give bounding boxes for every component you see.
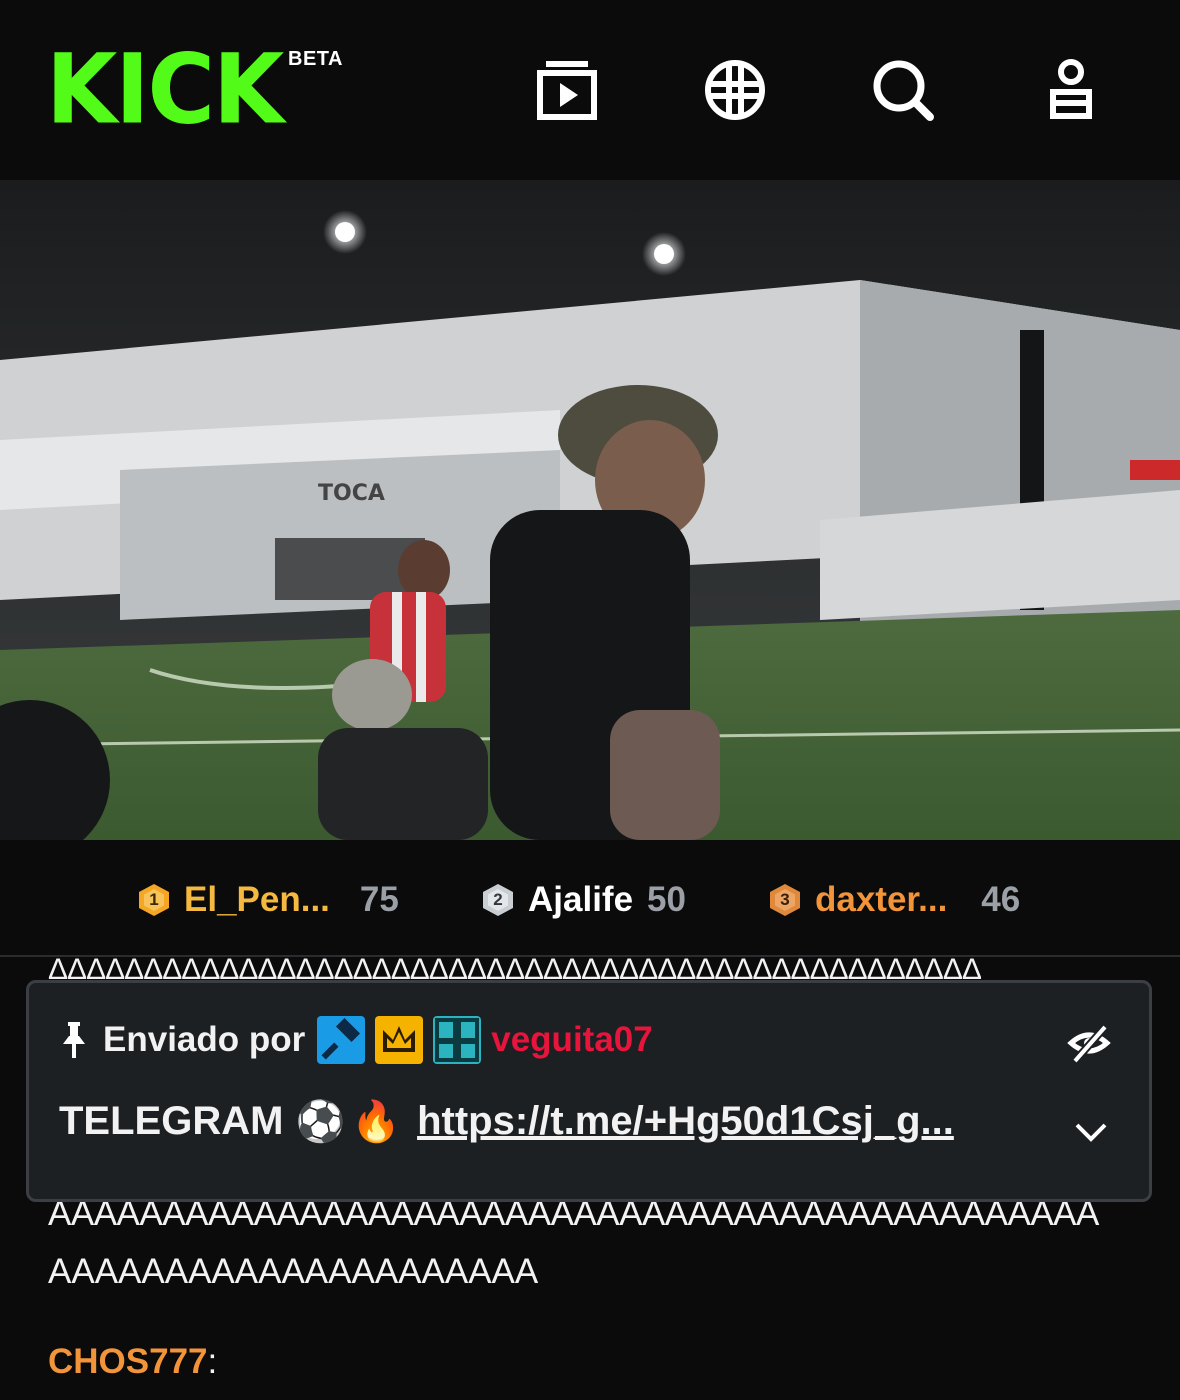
- leaderboard-score: 46: [981, 880, 1021, 919]
- following-icon[interactable]: [532, 55, 602, 125]
- chat-username[interactable]: CHOS777: [48, 1342, 208, 1381]
- gifter-leaderboard: 1 El_Pen... 75 2 Ajalife 50 3 daxter... …: [0, 840, 1180, 957]
- hide-pinned-eye-off-icon[interactable]: [1067, 1021, 1111, 1065]
- browse-globe-icon[interactable]: [700, 55, 770, 125]
- top-header: KICK BETA: [0, 0, 1180, 180]
- rank-1-badge-icon: 1: [138, 883, 170, 917]
- fire-emoji: 🔥: [351, 1098, 402, 1145]
- video-frame: TOCA: [0, 180, 1180, 840]
- leaderboard-entry[interactable]: 1 El_Pen... 75: [138, 880, 399, 920]
- chat-message: CHOS777:: [48, 1340, 1138, 1384]
- crown-badge-icon: [375, 1016, 424, 1064]
- leaderboard-name: daxter...: [815, 880, 948, 919]
- rank-number: 1: [149, 890, 159, 909]
- rank-number: 3: [780, 890, 790, 909]
- expand-chevron-down-icon[interactable]: [1071, 1111, 1111, 1151]
- leaderboard-entry[interactable]: 2 Ajalife 50: [482, 880, 686, 920]
- pinned-by-label: Enviado por: [103, 1020, 306, 1059]
- pinned-message: Enviado por veguita07 TELEGRAM ⚽ 🔥 https…: [26, 980, 1152, 1202]
- leaderboard-name: Ajalife: [528, 880, 634, 919]
- wall-logo-text: TOCA: [318, 481, 385, 506]
- kick-logo[interactable]: KICK: [46, 41, 284, 138]
- leaderboard-score: 50: [647, 880, 686, 919]
- pinned-header: Enviado por veguita07: [59, 1015, 653, 1065]
- pinned-text: TELEGRAM: [59, 1098, 284, 1143]
- leaderboard-entry[interactable]: 3 daxter... 46: [769, 880, 1020, 920]
- search-icon[interactable]: [868, 55, 938, 125]
- soccer-ball-emoji: ⚽: [295, 1098, 346, 1145]
- moderator-badge-icon: [317, 1016, 366, 1064]
- rank-number: 2: [493, 890, 503, 909]
- profile-icon[interactable]: [1036, 55, 1106, 125]
- video-player[interactable]: TOCA: [0, 180, 1180, 840]
- beta-label: BETA: [288, 48, 343, 70]
- pin-icon: [63, 1022, 85, 1058]
- pinned-body: TELEGRAM ⚽ 🔥 https://t.me/+Hg50d1Csj_g..…: [59, 1091, 954, 1151]
- leaderboard-score: 75: [359, 880, 399, 919]
- rank-3-badge-icon: 3: [769, 883, 801, 917]
- og-badge-icon: [433, 1016, 482, 1064]
- chat-separator: :: [207, 1342, 218, 1381]
- chat-message-text: AAAAAAAAAAAAAAAAAAAAA: [48, 1252, 539, 1291]
- pinned-username[interactable]: veguita07: [491, 1020, 652, 1060]
- pinned-link[interactable]: https://t.me/+Hg50d1Csj_g...: [417, 1099, 954, 1144]
- rank-2-badge-icon: 2: [482, 883, 514, 917]
- leaderboard-name: El_Pen...: [184, 880, 330, 919]
